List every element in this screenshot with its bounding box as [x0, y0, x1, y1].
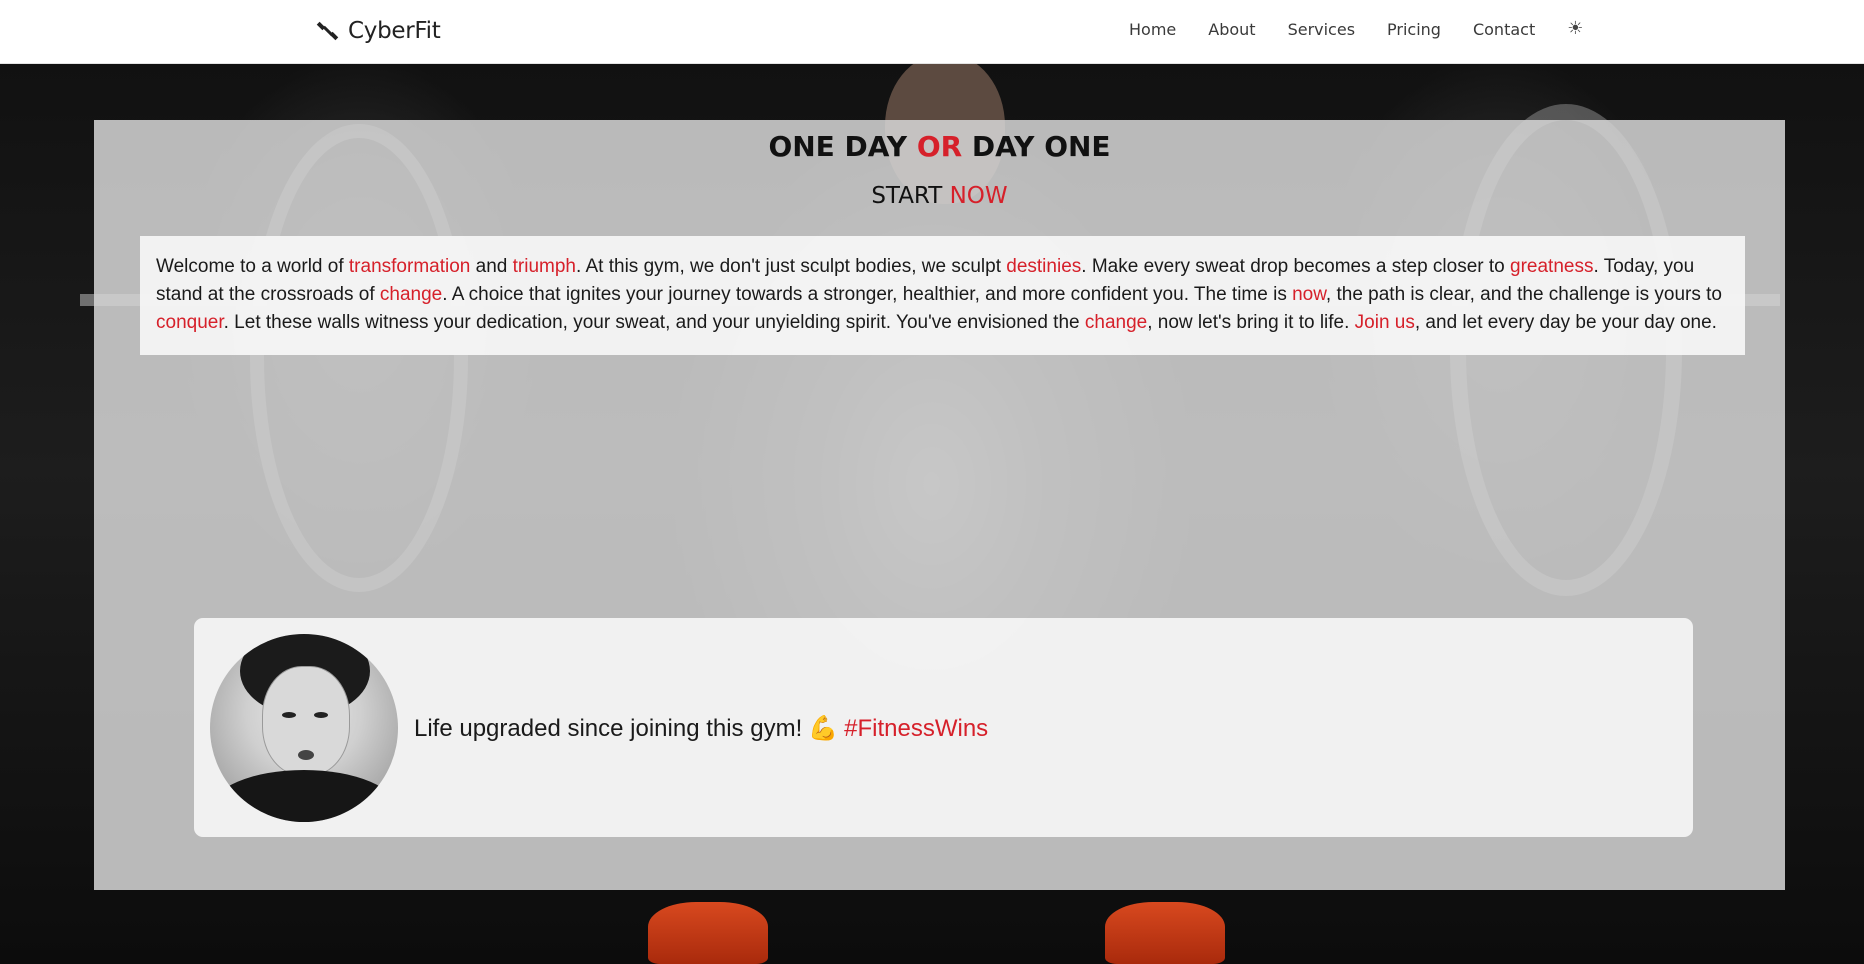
brand-name: CyberFit [348, 18, 441, 44]
testimonial-quote: Life upgraded since joining this gym! 💪 #F… [414, 714, 988, 743]
intro-highlight: conquer [156, 312, 224, 333]
hero-headline: ONE DAY OR DAY ONE [94, 130, 1785, 163]
intro-highlight: change [1084, 312, 1148, 333]
nav-link-pricing[interactable]: Pricing [1387, 20, 1441, 39]
intro-text: and [470, 256, 513, 277]
nav-link-about[interactable]: About [1208, 20, 1255, 39]
headline-part1: ONE DAY [768, 130, 917, 163]
brand-link[interactable]: CyberFit [316, 18, 441, 44]
avatar-mouth [298, 750, 314, 760]
intro-highlight: greatness [1510, 256, 1594, 277]
subheadline-part1: START [871, 183, 950, 209]
intro-text: , and let every day be your day one. [1414, 312, 1717, 333]
intro-text: , now let's bring it to life. [1147, 312, 1355, 333]
intro-highlight: now [1292, 284, 1326, 305]
intro-text: . A choice that ignites your journey tow… [442, 284, 1293, 305]
hero-overlay-panel: ONE DAY OR DAY ONE START NOW Welcome to … [94, 120, 1785, 890]
intro-text: Welcome to a world of [156, 256, 349, 277]
navbar: CyberFit Home About Services Pricing Con… [0, 0, 1864, 64]
intro-text: . At this gym, we don't just sculpt bodi… [575, 256, 1007, 277]
headline-accent: OR [916, 130, 963, 163]
avatar-eye-left [282, 712, 296, 718]
athlete-shoe-left [648, 902, 768, 964]
athlete-shoe-right [1105, 902, 1225, 964]
testimonial-text: Life upgraded since joining this gym! [414, 715, 803, 742]
intro-highlight: transformation [348, 256, 471, 277]
intro-paragraph: Welcome to a world of transformation and… [140, 236, 1745, 355]
intro-text: , the path is clear, and the challenge i… [1325, 284, 1722, 305]
testimonial-card: Life upgraded since joining this gym! 💪 #F… [194, 618, 1693, 837]
avatar-body [210, 770, 398, 822]
intro-highlight: Join us [1354, 312, 1415, 333]
headline-part2: DAY ONE [962, 130, 1111, 163]
avatar [210, 634, 398, 822]
intro-highlight: change [379, 284, 443, 305]
subheadline-accent: NOW [949, 183, 1008, 209]
testimonial-hashtag[interactable]: #FitnessWins [844, 715, 988, 742]
intro-text: . Let these walls witness your dedicatio… [223, 312, 1085, 333]
nav-link-services[interactable]: Services [1288, 20, 1355, 39]
dumbbell-icon [316, 21, 339, 41]
hero-subheadline: START NOW [94, 183, 1785, 209]
intro-highlight: destinies [1006, 256, 1082, 277]
intro-text: . Make every sweat drop becomes a step c… [1081, 256, 1511, 277]
avatar-eye-right [314, 712, 328, 718]
intro-highlight: triumph [512, 256, 576, 277]
flexed-biceps-icon: 💪 [808, 715, 839, 742]
nav-link-home[interactable]: Home [1129, 20, 1176, 39]
nav-menu: Home About Services Pricing Contact ☀ [1129, 18, 1583, 40]
nav-link-contact[interactable]: Contact [1473, 20, 1535, 39]
theme-toggle-sun-icon[interactable]: ☀ [1567, 18, 1583, 39]
